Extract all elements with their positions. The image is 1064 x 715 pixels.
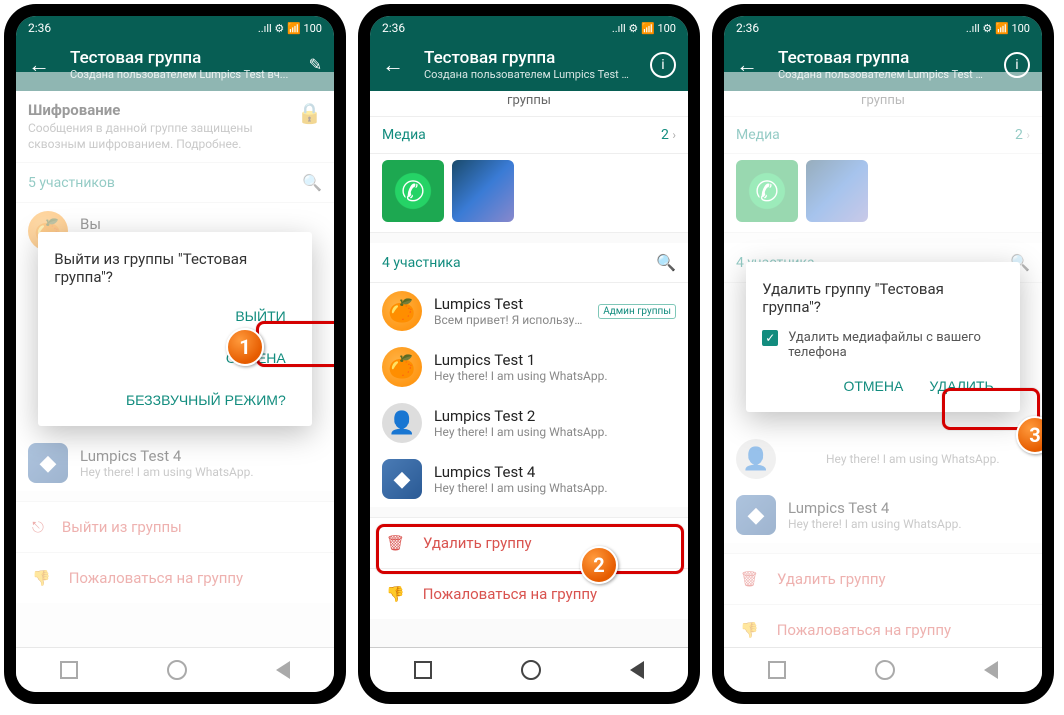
checkbox-checked-icon: ✓ <box>762 330 778 346</box>
thumb-down-icon: 👎 <box>386 585 405 603</box>
status-time: 2:36 <box>28 21 51 35</box>
member-status: Всем привет! Я использую WhatsApp. <box>434 313 586 327</box>
member-count: 4 участника <box>382 255 461 271</box>
avatar: 👤 <box>382 403 422 443</box>
partial-top: группы <box>370 91 688 117</box>
list-item[interactable]: 👤 Lumpics Test 2 Hey there! I am using W… <box>370 395 688 451</box>
media-label: Медиа <box>382 127 426 143</box>
member-name: Lumpics Test <box>434 295 586 313</box>
status-icons: ..ıll ⚙ 📶 100 <box>258 22 322 35</box>
step-badge: 1 <box>226 328 264 366</box>
silent-button[interactable]: БЕЗЗВУЧНЫЙ РЕЖИМ? <box>116 384 296 416</box>
info-icon[interactable]: i <box>650 52 676 78</box>
status-icons: ..ıll ⚙ 📶 100 <box>966 22 1030 35</box>
report-group-row[interactable]: 👎 Пожаловаться на группу <box>370 568 688 619</box>
avatar: 🍊 <box>382 291 422 331</box>
page-title: Тестовая группа <box>778 48 984 68</box>
member-status: Hey there! I am using WhatsApp. <box>434 425 676 439</box>
member-status: Hey there! I am using WhatsApp. <box>434 369 676 383</box>
list-item[interactable]: 🍊 Lumpics Test 1 Hey there! I am using W… <box>370 339 688 395</box>
phone-3: 2:36 ..ıll ⚙ 📶 100 ← Тестовая группа Соз… <box>712 4 1054 704</box>
annotation-box-1 <box>256 321 334 367</box>
dialog-title: Выйти из группы "Тестовая группа"? <box>54 250 295 286</box>
phone-2: 2:36 ..ıll ⚙ 📶 100 ← Тестовая группа Соз… <box>358 4 700 704</box>
members-header: 4 участника 🔍 <box>370 243 688 283</box>
statusbar: 2:36 ..ıll ⚙ 📶 100 <box>370 16 688 40</box>
avatar: 🍊 <box>382 347 422 387</box>
media-header[interactable]: Медиа 2 › <box>370 117 688 154</box>
member-name: Lumpics Test 2 <box>434 407 676 425</box>
delete-media-checkbox[interactable]: ✓ Удалить медиафайлы с вашего телефона <box>762 330 1003 360</box>
page-title: Тестовая группа <box>70 48 289 68</box>
statusbar: 2:36 ..ıll ⚙ 📶 100 <box>724 16 1042 40</box>
statusbar: 2:36 ..ıll ⚙ 📶 100 <box>16 16 334 40</box>
android-navbar <box>370 647 688 692</box>
member-name: Lumpics Test 4 <box>434 463 676 481</box>
media-thumb[interactable]: ✆ <box>382 160 444 222</box>
phone-1: 2:36 ..ıll ⚙ 📶 100 ← Тестовая группа Соз… <box>4 4 346 704</box>
list-item[interactable]: 🍊 Lumpics Test Всем привет! Я использую … <box>370 283 688 339</box>
dialog-title: Удалить группу "Тестовая группа"? <box>762 280 1003 316</box>
report-label: Пожаловаться на группу <box>423 585 597 603</box>
list-item[interactable]: ◆ Lumpics Test 4 Hey there! I am using W… <box>370 451 688 507</box>
media-count: 2 <box>661 127 669 143</box>
avatar: ◆ <box>382 459 422 499</box>
titlebar: ← Тестовая группа Создана пользователем … <box>370 40 688 91</box>
nav-recent-icon[interactable] <box>414 661 432 679</box>
back-icon[interactable]: ← <box>382 52 404 78</box>
member-name: Lumpics Test 1 <box>434 351 676 369</box>
status-time: 2:36 <box>382 21 405 35</box>
admin-badge: Админ группы <box>598 304 676 319</box>
search-icon[interactable]: 🔍 <box>656 253 676 272</box>
chevron-right-icon: › <box>672 128 676 142</box>
checkbox-label: Удалить медиафайлы с вашего телефона <box>788 330 1003 360</box>
status-time: 2:36 <box>736 21 759 35</box>
media-thumbs: ✆ <box>370 154 688 233</box>
page-subtitle: Создана пользователем Lumpics Test вч... <box>424 68 630 81</box>
cancel-button[interactable]: ОТМЕНА <box>833 370 913 402</box>
dialog-scrim: Выйти из группы "Тестовая группа"? ВЫЙТИ… <box>16 72 334 692</box>
step-badge: 2 <box>580 546 618 584</box>
status-icons: ..ıll ⚙ 📶 100 <box>612 22 676 35</box>
dialog-scrim: Удалить группу "Тестовая группа"? ✓ Удал… <box>724 72 1042 692</box>
member-status: Hey there! I am using WhatsApp. <box>434 481 676 495</box>
nav-back-icon[interactable] <box>630 661 644 679</box>
page-title: Тестовая группа <box>424 48 630 68</box>
annotation-box-2 <box>376 524 684 574</box>
nav-home-icon[interactable] <box>521 660 541 680</box>
media-thumb[interactable] <box>452 160 514 222</box>
